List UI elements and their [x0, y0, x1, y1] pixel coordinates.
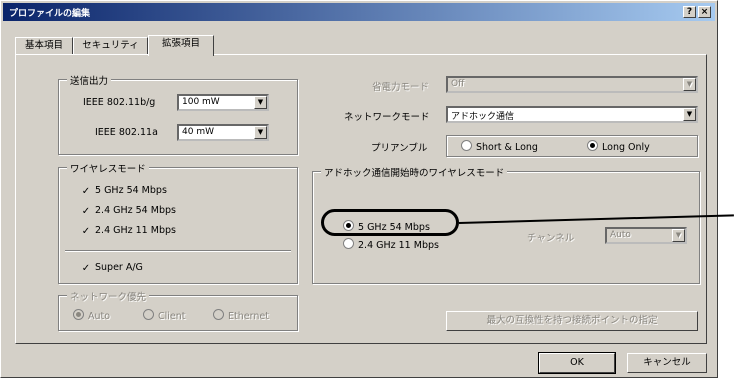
tab-security[interactable]: セキュリティ [73, 37, 148, 55]
ieee-a-power-value: 40 mW [182, 127, 214, 137]
checkmark-icon: ✓ [81, 206, 91, 217]
wireless-5ghz-54-label: 5 GHz 54 Mbps [95, 185, 167, 196]
ieee-bg-power-select[interactable]: 100 mW ▼ [177, 94, 269, 111]
preamble-short-long-radio[interactable]: Short & Long [461, 140, 538, 153]
adhoc-24ghz-label: 2.4 GHz 11 Mbps [358, 240, 439, 251]
radio-icon [213, 309, 224, 320]
title-bar: プロファイルの編集 ? × [3, 3, 715, 21]
wireless-24ghz-11-checkbox[interactable]: ✓ 2.4 GHz 11 Mbps [81, 225, 176, 237]
checkmark-icon: ✓ [81, 263, 91, 274]
cancel-button[interactable]: キャンセル [627, 353, 707, 373]
wireless-mode-title: ワイヤレスモード [67, 161, 149, 175]
priority-auto-label: Auto [88, 311, 111, 322]
divider [65, 250, 291, 252]
priority-ethernet-label: Ethernet [228, 311, 269, 322]
radio-icon [461, 140, 472, 151]
callout-highlight-oval [321, 209, 459, 236]
window-title: プロファイルの編集 [9, 9, 91, 19]
power-save-select[interactable]: Off ▼ [446, 76, 698, 93]
checkmark-icon: ✓ [81, 186, 91, 197]
network-priority-title: ネットワーク優先 [67, 289, 150, 303]
compatible-access-point-button[interactable]: 最大の互換性を持つ接続ポイントの指定 [446, 311, 698, 331]
network-mode-label: ネットワークモード [344, 112, 430, 123]
radio-icon [73, 309, 84, 320]
adhoc-wireless-mode-title: アドホック通信開始時のワイヤレスモード [321, 165, 508, 179]
radio-icon [587, 140, 598, 151]
close-button[interactable]: × [698, 6, 711, 18]
network-mode-select[interactable]: アドホック通信 ▼ [446, 106, 698, 123]
tx-power-title: 送信出力 [67, 73, 112, 87]
preamble-long-only-radio[interactable]: Long Only [587, 140, 650, 153]
network-mode-value: アドホック通信 [451, 112, 515, 122]
adhoc-24ghz-radio[interactable]: 2.4 GHz 11 Mbps [343, 238, 439, 251]
chevron-down-icon[interactable]: ▼ [683, 78, 696, 91]
tab-advanced[interactable]: 拡張項目 [148, 35, 214, 56]
preamble-short-long-label: Short & Long [476, 142, 538, 153]
channel-select[interactable]: Auto ▼ [605, 227, 687, 244]
preamble-long-only-label: Long Only [602, 142, 650, 153]
channel-value: Auto [610, 230, 631, 240]
network-priority-group: ネットワーク優先 Auto Client Ethernet [58, 289, 298, 331]
chevron-down-icon[interactable]: ▼ [254, 96, 267, 109]
chevron-down-icon[interactable]: ▼ [254, 126, 267, 139]
preamble-box: Short & Long Long Only [446, 135, 698, 157]
power-save-label: 省電力モード [372, 82, 430, 93]
radio-icon [343, 238, 354, 249]
wireless-mode-group: ワイヤレスモード ✓ 5 GHz 54 Mbps ✓ 2.4 GHz 54 Mbps… [58, 161, 298, 284]
priority-client-radio[interactable]: Client [143, 309, 186, 322]
profile-edit-dialog: プロファイルの編集 ? × 基本項目 セキュリティ 拡張項目 送信出力 IEEE… [0, 0, 718, 378]
tx-power-group: 送信出力 IEEE 802.11b/g 100 mW ▼ IEEE 802.11… [58, 73, 298, 155]
tab-basic[interactable]: 基本項目 [15, 37, 73, 55]
preamble-label: プリアンブル [371, 143, 428, 154]
priority-ethernet-radio[interactable]: Ethernet [213, 309, 269, 322]
chevron-down-icon[interactable]: ▼ [672, 229, 685, 242]
wireless-24ghz-11-label: 2.4 GHz 11 Mbps [95, 225, 176, 236]
radio-icon [143, 309, 154, 320]
channel-label: チャンネル [527, 233, 575, 244]
chevron-down-icon[interactable]: ▼ [683, 108, 696, 121]
wireless-24ghz-54-checkbox[interactable]: ✓ 2.4 GHz 54 Mbps [81, 205, 176, 217]
wireless-24ghz-54-label: 2.4 GHz 54 Mbps [95, 205, 176, 216]
ieee-a-power-select[interactable]: 40 mW ▼ [177, 124, 269, 141]
help-button[interactable]: ? [683, 6, 696, 18]
ieee-bg-label: IEEE 802.11b/g [83, 97, 156, 108]
power-save-value: Off [451, 79, 465, 89]
tab-page-advanced: 送信出力 IEEE 802.11b/g 100 mW ▼ IEEE 802.11… [15, 54, 707, 344]
checkmark-icon: ✓ [81, 226, 91, 237]
ieee-a-label: IEEE 802.11a [95, 127, 158, 138]
super-ag-label: Super A/G [95, 262, 143, 273]
priority-auto-radio[interactable]: Auto [73, 309, 110, 322]
ok-button[interactable]: OK [538, 352, 616, 374]
super-ag-checkbox[interactable]: ✓ Super A/G [81, 262, 143, 274]
priority-client-label: Client [158, 311, 186, 322]
ieee-bg-power-value: 100 mW [182, 97, 220, 107]
wireless-5ghz-54-checkbox[interactable]: ✓ 5 GHz 54 Mbps [81, 185, 167, 197]
